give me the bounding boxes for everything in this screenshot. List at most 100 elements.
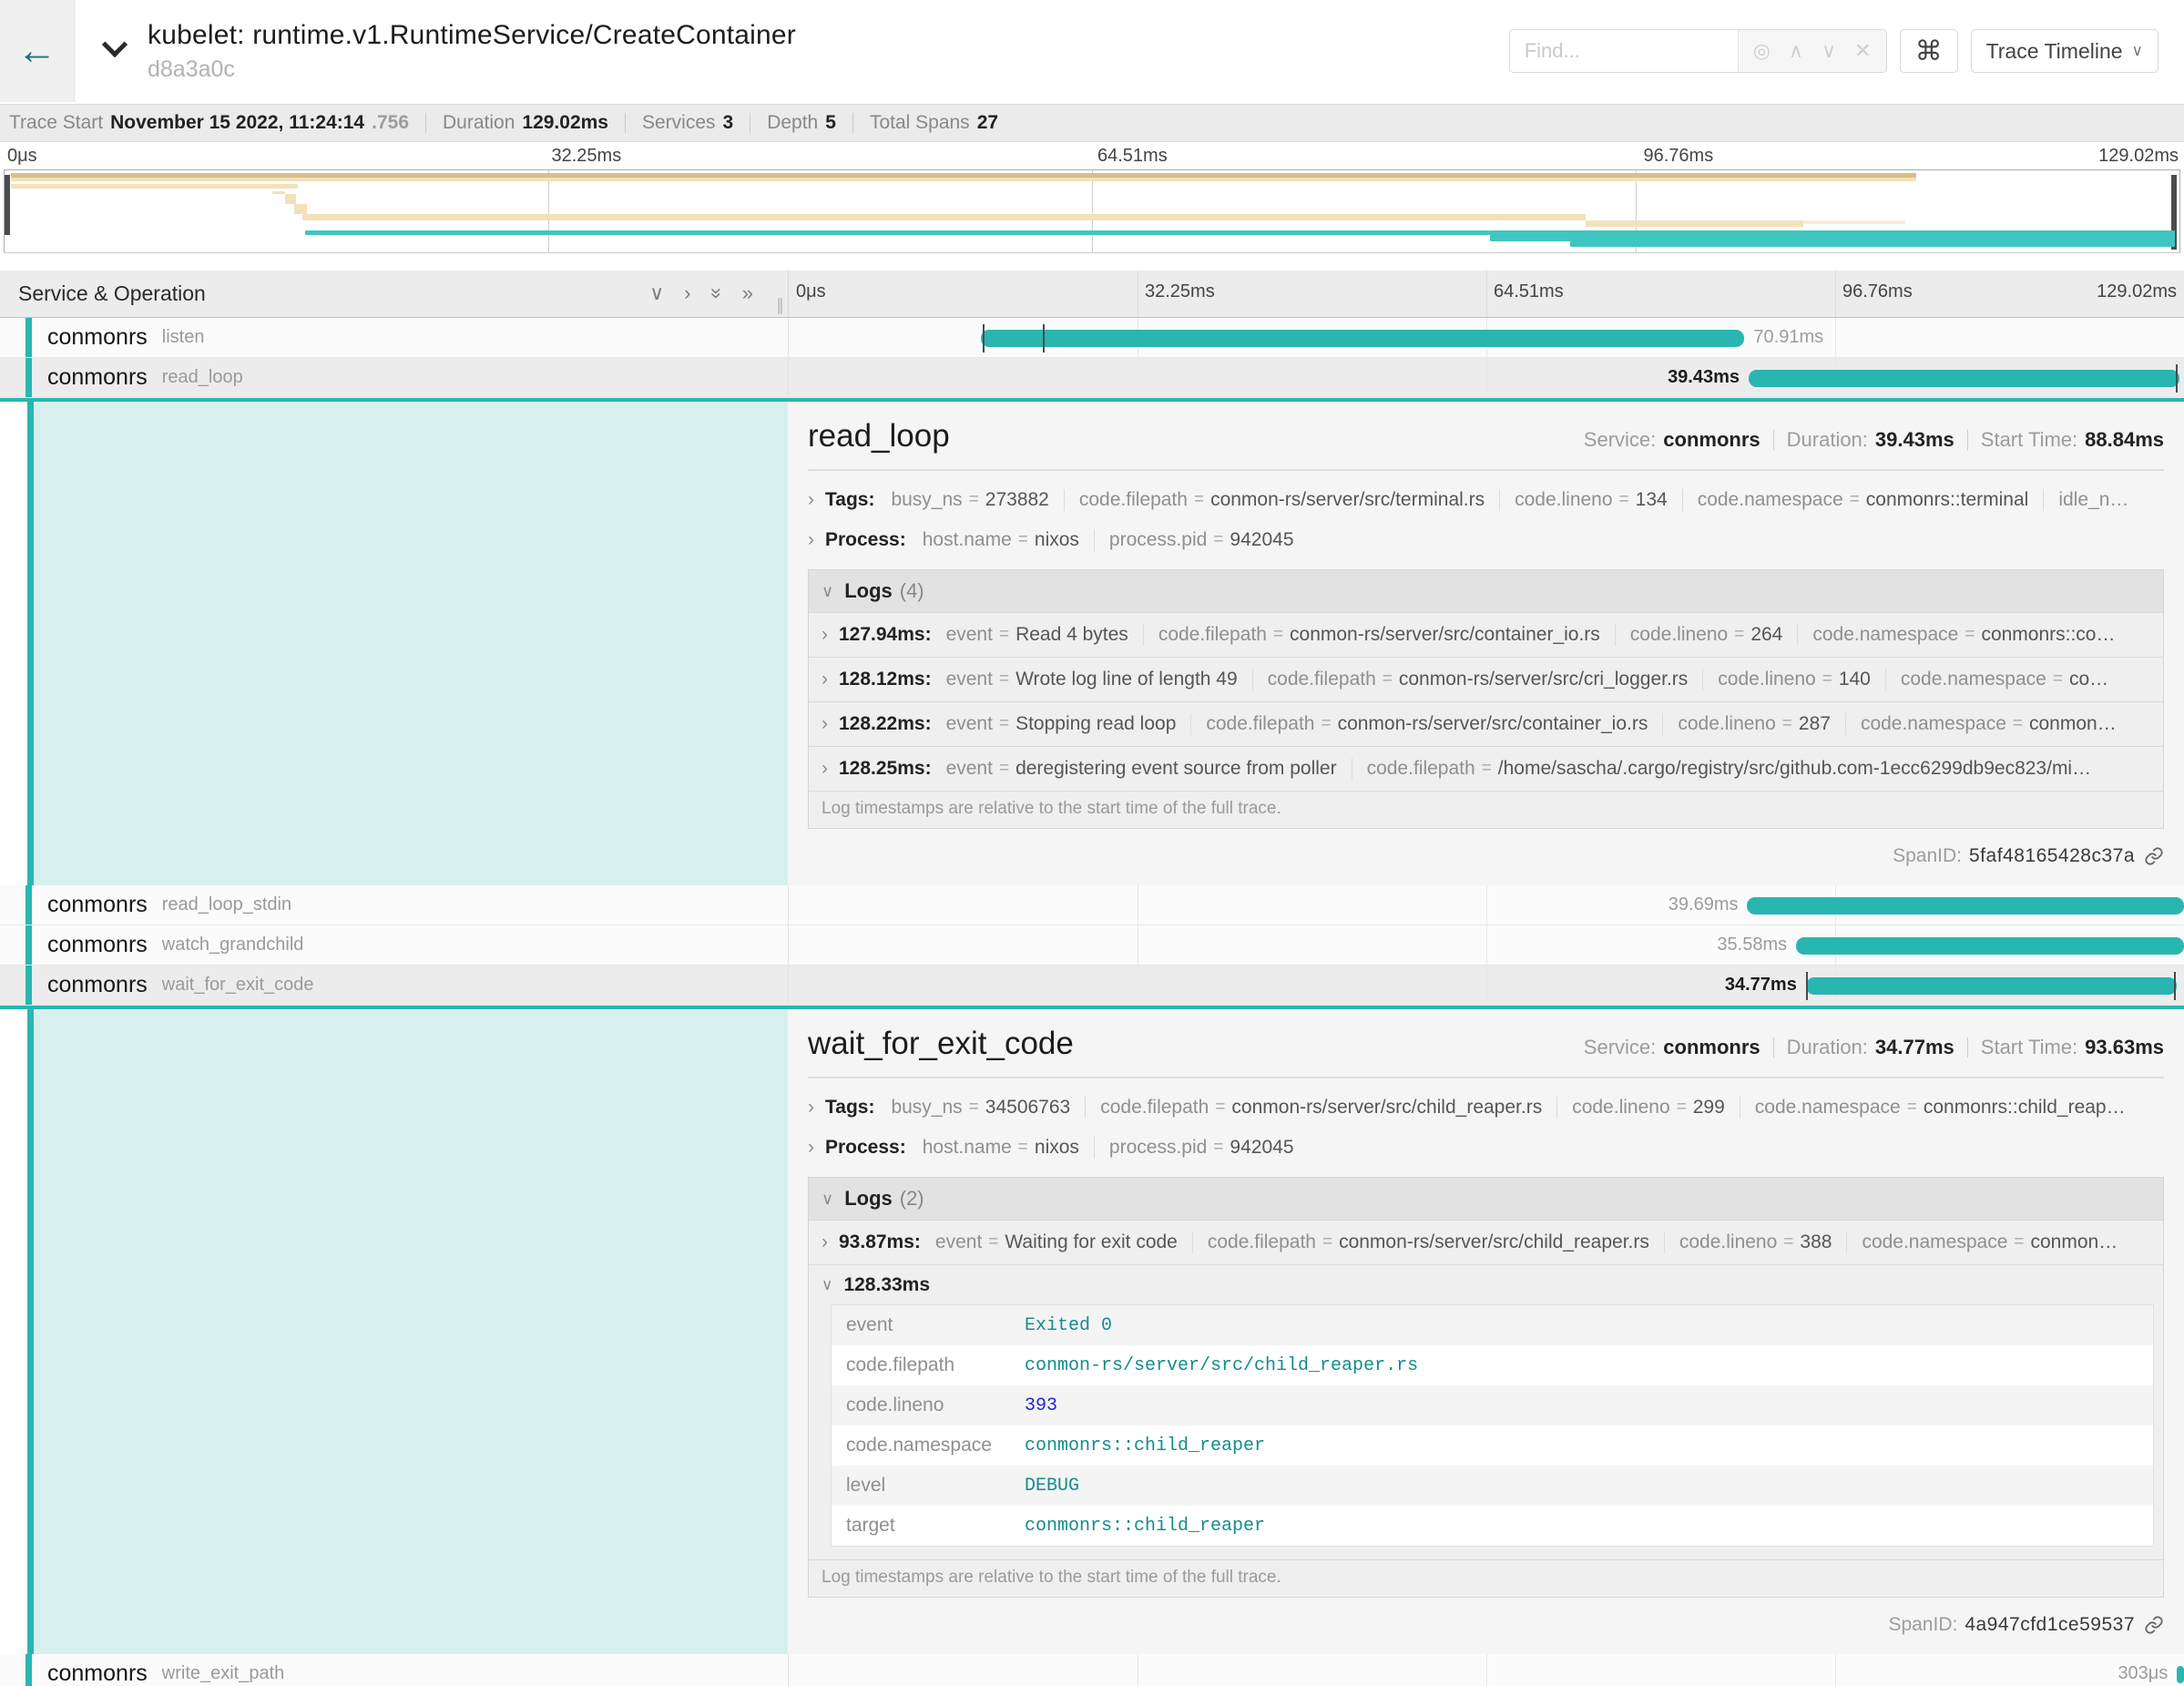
spanid-row: SpanID: 4a947cfd1ce59537 xyxy=(808,1607,2164,1643)
span-table-header: Service & Operation ∨ › » » ∥ 0μs 32.25m… xyxy=(0,271,2184,318)
kv-equals: = xyxy=(1383,669,1393,690)
kv-value: conmonrs::co… xyxy=(1981,624,2115,646)
back-button[interactable]: ← xyxy=(0,0,75,102)
collapse-one-icon[interactable]: ∨ xyxy=(649,281,664,305)
kv-equals: = xyxy=(1850,490,1860,510)
kv-value: conmon-rs/server/src/container_io.rs xyxy=(1338,713,1648,735)
span-bar-cell[interactable]: 34.77ms xyxy=(788,966,2184,1005)
kv-equals: = xyxy=(1734,625,1744,645)
tags-accordion[interactable]: › Tags: busy_ns=273882code.filepath=conm… xyxy=(808,480,2164,520)
service-value: conmonrs xyxy=(1663,1036,1760,1059)
kv-pair: event=Wrote log line of length 49 xyxy=(946,669,1238,690)
log-row[interactable]: › 128.12ms: event=Wrote log line of leng… xyxy=(809,657,2163,701)
span-row-listen[interactable]: conmonrs listen 70.91ms xyxy=(0,318,2184,358)
process-accordion[interactable]: › Process: host.name=nixosprocess.pid=94… xyxy=(808,1128,2164,1168)
tags-accordion[interactable]: › Tags: busy_ns=34506763code.filepath=co… xyxy=(808,1088,2164,1128)
span-duration-bar[interactable] xyxy=(2177,1666,2184,1683)
process-accordion[interactable]: › Process: host.name=nixosprocess.pid=94… xyxy=(808,520,2164,560)
span-duration-bar[interactable] xyxy=(1806,977,2178,995)
log-timestamp: 128.25ms: xyxy=(839,758,932,780)
span-duration-bar[interactable] xyxy=(1796,937,2184,955)
find-input[interactable] xyxy=(1510,30,1738,72)
logs-accordion-header[interactable]: ∨ Logs (2) xyxy=(809,1178,2163,1220)
kv-equals: = xyxy=(1482,759,1492,779)
detail-meta: Service:conmonrs Duration:39.43ms Start … xyxy=(1584,428,2164,452)
find-next-icon[interactable]: ∨ xyxy=(1822,39,1836,63)
kv-equals: = xyxy=(1677,1098,1687,1118)
minimap-tick-labels: 0μs 32.25ms 64.51ms 96.76ms 129.02ms xyxy=(0,142,2184,169)
find-prev-icon[interactable]: ∧ xyxy=(1789,39,1803,63)
trace-minimap[interactable] xyxy=(4,169,2180,253)
log-row[interactable]: › 93.87ms: event=Waiting for exit codeco… xyxy=(809,1220,2163,1264)
spanid-label: SpanID: xyxy=(1888,1614,1957,1636)
view-selector-button[interactable]: Trace Timeline ∨ xyxy=(1971,29,2158,73)
kv-key: event xyxy=(946,713,993,735)
logs-label: Logs xyxy=(844,579,893,603)
chevron-right-icon: › xyxy=(822,1231,828,1253)
kv-key: busy_ns xyxy=(891,489,962,511)
log-row[interactable]: › 127.94ms: event=Read 4 bytescode.filep… xyxy=(809,612,2163,657)
ruler-tick: 0μs xyxy=(796,281,826,302)
span-color-accent xyxy=(26,358,32,397)
kv-pair: code.namespace=conmon… xyxy=(1846,1231,2118,1253)
services-label: Services xyxy=(642,112,716,134)
kv-value: 388 xyxy=(1800,1231,1832,1253)
match-target-icon[interactable]: ◎ xyxy=(1753,39,1771,63)
kv-key: code.filepath xyxy=(1206,713,1314,735)
log-row[interactable]: › 128.25ms: event=deregistering event so… xyxy=(809,746,2163,791)
kv-value: deregistering event source from poller xyxy=(1015,758,1337,780)
expand-one-icon[interactable]: › xyxy=(684,281,690,305)
collapse-all-icon[interactable]: » xyxy=(705,288,729,299)
find-clear-icon[interactable]: ✕ xyxy=(1854,39,1871,63)
kv-key: code.lineno xyxy=(1572,1097,1669,1119)
kv-key: host.name xyxy=(923,529,1012,551)
kv-value: 273882 xyxy=(985,489,1049,511)
log-row[interactable]: › 128.22ms: event=Stopping read loopcode… xyxy=(809,701,2163,746)
detail-meta: Service:conmonrs Duration:34.77ms Start … xyxy=(1584,1036,2164,1059)
detail-title: read_loop xyxy=(808,418,950,455)
minimap-handle-left[interactable] xyxy=(5,175,10,235)
span-color-accent xyxy=(26,966,32,1005)
span-row-read-loop[interactable]: conmonrs read_loop 39.43ms xyxy=(0,358,2184,398)
log-timestamp: 128.12ms: xyxy=(839,669,932,690)
trace-start-value: November 15 2022, 11:24:14 xyxy=(110,112,364,134)
span-row-read-loop-stdin[interactable]: conmonrs read_loop_stdin 39.69ms xyxy=(0,885,2184,925)
kv-pair: event=Stopping read loop xyxy=(946,713,1177,735)
spanid-value: 5faf48165428c37a xyxy=(1969,845,2135,867)
span-row-wait-for-exit-code[interactable]: conmonrs wait_for_exit_code 34.77ms xyxy=(0,966,2184,1006)
logs-accordion-header[interactable]: ∨ Logs (4) xyxy=(809,570,2163,612)
kv-pair: code.namespace=co… xyxy=(1885,669,2108,690)
jaeger-trace-page: ← kubelet: runtime.v1.RuntimeService/Cre… xyxy=(0,0,2184,1686)
span-duration-bar[interactable] xyxy=(1747,897,2184,915)
span-bar-cell[interactable]: 70.91ms xyxy=(788,318,2184,357)
expanded-log-header[interactable]: ∨ 128.33ms xyxy=(809,1264,2163,1304)
services-value: 3 xyxy=(723,112,734,134)
collapse-trace-chevron-icon[interactable] xyxy=(102,32,128,57)
kv-key: code.lineno xyxy=(1718,669,1815,690)
deep-link-icon[interactable] xyxy=(2144,1615,2164,1635)
deep-link-icon[interactable] xyxy=(2144,846,2164,866)
expand-all-icon[interactable]: » xyxy=(742,281,753,305)
span-row-write-exit-path[interactable]: conmonrs write_exit_path 303μs xyxy=(0,1654,2184,1686)
kv-table-key: target xyxy=(846,1515,1025,1537)
column-resize-handle[interactable]: ∥ xyxy=(776,296,784,315)
span-duration-bar[interactable] xyxy=(1749,370,2179,387)
log-kv-table: event Exited 0 code.filepath conmon-rs/s… xyxy=(831,1304,2154,1547)
span-color-accent xyxy=(27,402,34,885)
span-operation: wait_for_exit_code xyxy=(162,975,314,996)
kv-equals: = xyxy=(999,714,1009,734)
kv-value: nixos xyxy=(1035,1137,1079,1159)
span-bar-cell[interactable]: 303μs xyxy=(788,1654,2184,1686)
span-bar-cell[interactable]: 39.69ms xyxy=(788,885,2184,925)
span-bar-cell[interactable]: 35.58ms xyxy=(788,925,2184,965)
keyboard-shortcuts-button[interactable]: ⌘ xyxy=(1900,29,1958,73)
kv-value: co… xyxy=(2069,669,2108,690)
span-duration-bar[interactable] xyxy=(981,330,1744,347)
total-spans-value: 27 xyxy=(977,112,998,134)
divider xyxy=(852,113,853,133)
span-bar-cell[interactable]: 39.43ms xyxy=(788,358,2184,397)
span-row-watch-grandchild[interactable]: conmonrs watch_grandchild 35.58ms xyxy=(0,925,2184,966)
span-operation: watch_grandchild xyxy=(162,935,304,955)
log-kv-list: event=Read 4 bytescode.filepath=conmon-r… xyxy=(946,624,2116,646)
tags-label: Tags: xyxy=(825,489,874,511)
